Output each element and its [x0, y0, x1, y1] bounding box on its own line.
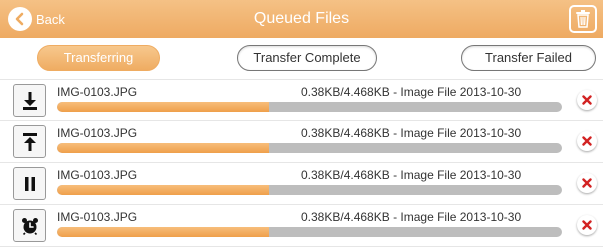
page-title: Queued Files [253, 10, 350, 27]
file-info: 0.38KB/4.468KB - Image File 2013-10-30 [301, 126, 522, 140]
close-icon [582, 136, 592, 146]
alarm-clock-icon [21, 217, 38, 235]
remove-button[interactable] [577, 215, 597, 235]
progress-bar [57, 185, 562, 195]
download-icon [22, 91, 37, 110]
file-name: IMG-0103.JPG [57, 85, 138, 99]
close-icon [582, 220, 592, 230]
trash-icon [576, 10, 590, 28]
pause-button[interactable] [13, 167, 46, 200]
remove-button[interactable] [577, 131, 597, 151]
file-name: IMG-0103.JPG [57, 168, 138, 182]
progress-bar [57, 227, 562, 237]
upload-button[interactable] [13, 125, 46, 158]
file-list: IMG-0103.JPG 0.38KB/4.468KB - Image File… [0, 79, 603, 247]
close-icon [582, 178, 592, 188]
pause-icon [24, 176, 35, 191]
list-item: IMG-0103.JPG 0.38KB/4.468KB - Image File… [0, 205, 603, 247]
queued-files-screen: Back Queued Files Transferring Transfer … [0, 0, 603, 248]
upload-icon [22, 132, 37, 151]
file-info: 0.38KB/4.468KB - Image File 2013-10-30 [301, 210, 522, 224]
progress-bar [57, 102, 562, 112]
remove-button[interactable] [577, 173, 597, 193]
download-button[interactable] [13, 84, 46, 117]
progress-fill [57, 227, 270, 237]
file-name: IMG-0103.JPG [57, 126, 138, 140]
remove-button[interactable] [577, 90, 597, 110]
tab-transferring[interactable]: Transferring [37, 45, 160, 71]
progress-fill [57, 143, 270, 153]
file-info: 0.38KB/4.468KB - Image File 2013-10-30 [301, 85, 522, 99]
delete-all-button[interactable] [569, 5, 597, 33]
list-item: IMG-0103.JPG 0.38KB/4.468KB - Image File… [0, 163, 603, 205]
list-item: IMG-0103.JPG 0.38KB/4.468KB - Image File… [0, 121, 603, 163]
tab-transfer-failed[interactable]: Transfer Failed [461, 45, 596, 71]
tab-transfer-complete[interactable]: Transfer Complete [237, 45, 377, 71]
scheduled-button[interactable] [13, 209, 46, 242]
transfer-tabs: Transferring Transfer Complete Transfer … [0, 42, 603, 74]
progress-fill [57, 102, 270, 112]
file-info: 0.38KB/4.468KB - Image File 2013-10-30 [301, 168, 522, 182]
file-name: IMG-0103.JPG [57, 210, 138, 224]
header-bar: Back Queued Files [0, 0, 603, 38]
list-item: IMG-0103.JPG 0.38KB/4.468KB - Image File… [0, 79, 603, 121]
progress-fill [57, 185, 270, 195]
close-icon [582, 95, 592, 105]
progress-bar [57, 143, 562, 153]
